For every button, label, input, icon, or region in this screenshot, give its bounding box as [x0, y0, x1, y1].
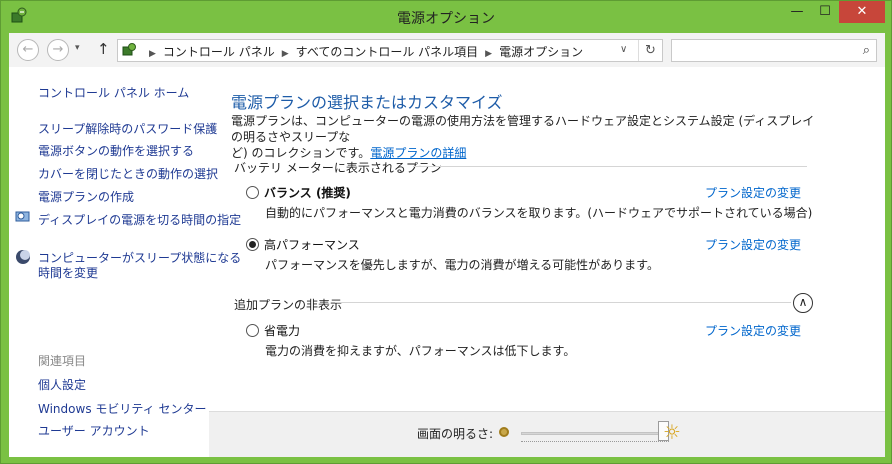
related-mobility-center[interactable]: Windows モビリティ センター	[38, 400, 206, 417]
group-divider	[413, 166, 807, 167]
control-panel-icon	[122, 43, 136, 56]
plan-settings-link-balanced[interactable]: プラン設定の変更	[705, 184, 801, 201]
search-input[interactable]: ⌕	[671, 39, 877, 62]
breadcrumb-separator-icon: ▶	[149, 49, 156, 59]
dim-brightness-icon	[499, 427, 509, 437]
breadcrumb-separator-icon: ▶	[485, 49, 493, 59]
minimize-button[interactable]: —	[783, 1, 811, 23]
bright-brightness-icon: ☼	[663, 420, 681, 444]
address-bar[interactable]: ▶ コントロール パネル ▶ すべてのコントロール パネル項目 ▶ 電源オプション ∨ ↻	[117, 39, 663, 62]
battery-group-title: バッテリ メーターに表示されるプラン	[234, 161, 442, 175]
plan-name-high-performance[interactable]: 高パフォーマンス	[264, 236, 360, 253]
close-button[interactable]: ✕	[839, 1, 885, 23]
description-line1: 電源プランは、コンピューターの電源の使用方法を管理するハードウェア設定とシステム…	[231, 114, 815, 144]
page-title: 電源プランの選択またはカスタマイズ	[231, 93, 503, 112]
brightness-slider[interactable]	[521, 432, 669, 435]
collapse-button[interactable]: ∧	[793, 293, 813, 313]
plan-desc-power-saver: 電力の消費を抑えますが、パフォーマンスは低下します。	[265, 344, 576, 358]
window-title: 電源オプション	[397, 11, 495, 27]
back-button[interactable]: ←	[17, 39, 39, 61]
plan-name-balanced[interactable]: バランス (推奨)	[264, 184, 351, 201]
related-user-accounts[interactable]: ユーザー アカウント	[38, 422, 150, 439]
plan-desc-balanced: 自動的にパフォーマンスと電力消費のバランスを取ります。(ハードウェアでサポートさ…	[265, 206, 813, 220]
plan-radio-high-performance[interactable]	[246, 238, 259, 251]
sidebar-item-display-off[interactable]: ディスプレイの電源を切る時間の指定	[38, 211, 241, 228]
group-divider	[335, 302, 791, 303]
brightness-label: 画面の明るさ:	[417, 427, 494, 441]
brightness-bar: 画面の明るさ: ☼	[209, 411, 885, 457]
sidebar: コントロール パネル ホーム スリープ解除時のパスワード保護 電源ボタンの動作を…	[9, 67, 241, 457]
breadcrumb-power-options[interactable]: 電源オプション	[499, 45, 583, 59]
chevron-down-icon[interactable]: ∨	[620, 44, 627, 55]
content-pane: コントロール パネル ホーム スリープ解除時のパスワード保護 電源ボタンの動作を…	[9, 67, 885, 457]
breadcrumb-control-panel[interactable]: コントロール パネル	[163, 45, 275, 59]
description: 電源プランは、コンピューターの電源の使用方法を管理するハードウェア設定とシステム…	[231, 113, 817, 161]
sidebar-control-panel-home[interactable]: コントロール パネル ホーム	[38, 84, 189, 101]
plan-desc-high-performance: パフォーマンスを優先しますが、電力の消費が増える可能性があります。	[265, 258, 659, 272]
related-personalization[interactable]: 個人設定	[38, 376, 86, 393]
navigation-bar: ← → ▾ ↑ ▶ コントロール パネル ▶ すべてのコントロール パネル項目 ▶ 電源オ…	[9, 33, 885, 67]
sidebar-item-sleep-line2[interactable]: 時間を変更	[38, 264, 98, 281]
plan-settings-link-high-performance[interactable]: プラン設定の変更	[705, 236, 801, 253]
refresh-button[interactable]: ↻	[638, 40, 662, 61]
sleep-moon-icon	[16, 250, 30, 264]
description-line2: ど) のコレクションです。	[231, 146, 371, 160]
breadcrumb: ▶ コントロール パネル ▶ すべてのコントロール パネル項目 ▶ 電源オプション	[142, 43, 583, 60]
sidebar-item-wake-password[interactable]: スリープ解除時のパスワード保護	[38, 120, 217, 137]
maximize-button[interactable]: ☐	[811, 1, 839, 23]
display-timer-icon	[15, 211, 30, 222]
forward-button[interactable]: →	[47, 39, 69, 61]
main-panel: 電源プランの選択またはカスタマイズ 電源プランは、コンピューターの電源の使用方法…	[231, 67, 885, 457]
window: 電源オプション — ☐ ✕ ← → ▾ ↑ ▶ コントロール パネル ▶ すべてのコン…	[0, 0, 892, 464]
plan-name-power-saver[interactable]: 省電力	[264, 322, 300, 339]
sidebar-item-power-button[interactable]: 電源ボタンの動作を選択する	[38, 142, 194, 159]
breadcrumb-all-items[interactable]: すべてのコントロール パネル項目	[296, 45, 479, 59]
plan-details-link[interactable]: 電源プランの詳細	[370, 146, 466, 160]
slider-ticks	[521, 439, 669, 442]
plan-radio-balanced[interactable]	[246, 186, 259, 199]
breadcrumb-separator-icon: ▶	[281, 49, 289, 59]
up-button[interactable]: ↑	[97, 40, 110, 58]
sidebar-item-lid-close[interactable]: カバーを閉じたときの動作の選択	[38, 165, 218, 182]
related-heading: 関連項目	[38, 354, 87, 368]
recent-locations-icon[interactable]: ▾	[75, 43, 80, 53]
title-bar[interactable]: 電源オプション — ☐ ✕	[1, 1, 891, 32]
plan-radio-power-saver[interactable]	[246, 324, 259, 337]
sidebar-item-create-plan[interactable]: 電源プランの作成	[38, 188, 134, 205]
plan-settings-link-power-saver[interactable]: プラン設定の変更	[705, 322, 801, 339]
search-icon[interactable]: ⌕	[863, 43, 870, 58]
hidden-group-title: 追加プランの非表示	[234, 298, 343, 312]
